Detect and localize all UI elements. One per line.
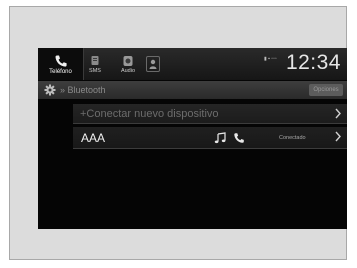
- tab-phone[interactable]: Teléfono: [38, 48, 84, 80]
- phone-icon: [234, 133, 244, 143]
- options-button[interactable]: Opciones: [309, 84, 343, 96]
- tab-messages-label: SMS: [89, 67, 101, 74]
- tab-audio[interactable]: Audio: [116, 48, 140, 80]
- chevron-right-icon: [335, 108, 341, 119]
- tab-phone-label: Teléfono: [49, 68, 72, 75]
- connect-new-device-label: +Conectar nuevo dispositivo: [80, 108, 219, 120]
- device-status: Conectado: [279, 135, 306, 141]
- device-row[interactable]: AAA Conectado: [73, 127, 347, 149]
- chevron-right-icon: [335, 131, 341, 142]
- clock: 12:34: [285, 51, 341, 74]
- voice-button-frame: [146, 56, 160, 72]
- title-bar: » Bluetooth Opciones: [38, 81, 347, 99]
- voice-command-icon: [149, 59, 157, 69]
- figure-frame: Teléfono SMS Audio ▮ ▪ ▫▫▫ 12:34 » Bluet…: [9, 6, 347, 260]
- audio-icon: [123, 55, 133, 66]
- gear-icon: [44, 84, 56, 96]
- status-indicators: ▮ ▪ ▫▫▫: [264, 56, 277, 62]
- tab-voice[interactable]: [145, 48, 161, 80]
- message-icon: [91, 55, 99, 65]
- connect-new-device-row[interactable]: +Conectar nuevo dispositivo: [73, 104, 347, 124]
- display-screen: Teléfono SMS Audio ▮ ▪ ▫▫▫ 12:34 » Bluet…: [38, 48, 347, 229]
- page-title: » Bluetooth: [60, 85, 106, 95]
- device-name: AAA: [81, 131, 106, 145]
- tab-audio-label: Audio: [120, 67, 136, 74]
- tab-messages[interactable]: SMS: [85, 48, 105, 80]
- phone-handset-icon: [55, 55, 67, 67]
- status-bar: Teléfono SMS Audio ▮ ▪ ▫▫▫ 12:34: [38, 48, 347, 80]
- music-note-icon: [214, 132, 226, 144]
